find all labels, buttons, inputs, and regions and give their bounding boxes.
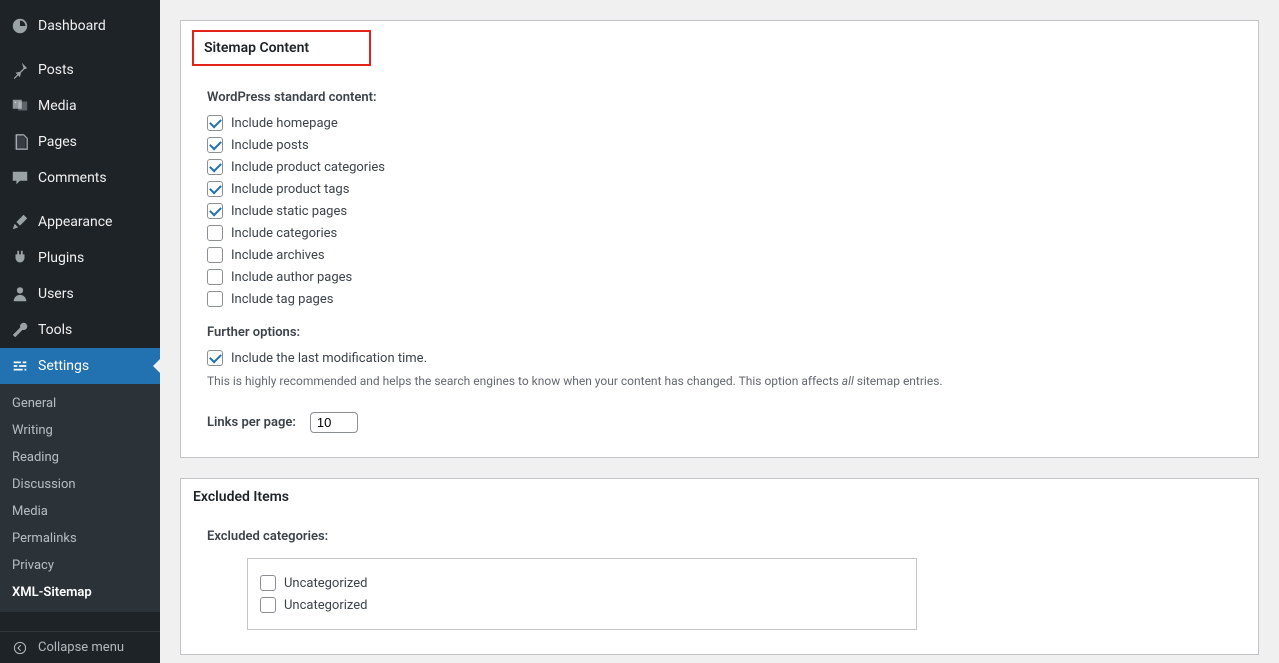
content-area: Sitemap Content WordPress standard conte…	[160, 0, 1279, 663]
option-include-homepage[interactable]: Include homepage	[207, 115, 1232, 131]
submenu-item-xml-sitemap[interactable]: XML-Sitemap	[0, 579, 160, 606]
option-label: Include static pages	[231, 204, 347, 219]
option-include-categories[interactable]: Include categories	[207, 225, 1232, 241]
sidebar-item-pages[interactable]: Pages	[0, 124, 160, 160]
checkbox-include-tag-pages[interactable]	[207, 291, 223, 307]
sliders-icon	[10, 356, 30, 376]
links-per-page-label: Links per page:	[207, 415, 296, 430]
sidebar-item-users[interactable]: Users	[0, 276, 160, 312]
checkbox-include-static-pages[interactable]	[207, 203, 223, 219]
option-label: Include posts	[231, 138, 309, 153]
last-modification-help: This is highly recommended and helps the…	[207, 372, 1232, 390]
checkbox-include-author-pages[interactable]	[207, 269, 223, 285]
option-label: Include author pages	[231, 270, 352, 285]
option-include-product-tags[interactable]: Include product tags	[207, 181, 1232, 197]
checkbox-include-posts[interactable]	[207, 137, 223, 153]
checkbox-include-homepage[interactable]	[207, 115, 223, 131]
excluded-categories-heading: Excluded categories:	[207, 529, 1232, 544]
user-icon	[10, 284, 30, 304]
sidebar-item-label: Plugins	[38, 250, 84, 266]
help-text-pre: This is highly recommended and helps the…	[207, 374, 842, 388]
panel-header: Sitemap Content	[181, 21, 1258, 76]
pages-icon	[10, 132, 30, 152]
submenu-item-writing[interactable]: Writing	[0, 417, 160, 444]
submenu-item-privacy[interactable]: Privacy	[0, 552, 160, 579]
excluded-items-panel: Excluded Items Excluded categories: Unca…	[180, 478, 1259, 655]
collapse-icon	[10, 641, 30, 655]
excluded-category-label: Uncategorized	[284, 598, 367, 613]
further-options-heading: Further options:	[207, 325, 1232, 340]
option-label: Include product tags	[231, 182, 349, 197]
sidebar-item-tools[interactable]: Tools	[0, 312, 160, 348]
collapse-label: Collapse menu	[38, 640, 124, 655]
sidebar-item-label: Media	[38, 98, 77, 114]
sidebar-item-settings[interactable]: Settings	[0, 348, 160, 384]
dashboard-icon	[10, 16, 30, 36]
sidebar-item-appearance[interactable]: Appearance	[0, 204, 160, 240]
sidebar-item-label: Dashboard	[38, 18, 106, 34]
sidebar-item-label: Settings	[38, 358, 89, 374]
links-per-page-input[interactable]	[310, 412, 358, 433]
submenu-item-discussion[interactable]: Discussion	[0, 471, 160, 498]
sidebar-item-label: Posts	[38, 62, 74, 78]
option-label: Include homepage	[231, 116, 338, 131]
sidebar-item-dashboard[interactable]: Dashboard	[0, 8, 160, 44]
checkbox-excluded-uncategorized-2[interactable]	[260, 597, 276, 613]
sidebar-item-label: Comments	[38, 170, 107, 186]
wrench-icon	[10, 320, 30, 340]
media-icon	[10, 96, 30, 116]
excluded-category-item[interactable]: Uncategorized	[260, 575, 904, 591]
standard-content-heading: WordPress standard content:	[207, 90, 1232, 105]
submenu-item-media[interactable]: Media	[0, 498, 160, 525]
option-last-modification[interactable]: Include the last modification time.	[207, 350, 1232, 366]
option-include-author-pages[interactable]: Include author pages	[207, 269, 1232, 285]
option-include-static-pages[interactable]: Include static pages	[207, 203, 1232, 219]
excluded-category-item[interactable]: Uncategorized	[260, 597, 904, 613]
sidebar-item-label: Appearance	[38, 214, 112, 230]
checkbox-include-product-tags[interactable]	[207, 181, 223, 197]
links-per-page-row: Links per page:	[207, 412, 1232, 433]
panel-title: Sitemap Content	[204, 40, 309, 56]
option-include-product-categories[interactable]: Include product categories	[207, 159, 1232, 175]
excluded-categories-list: Uncategorized Uncategorized	[247, 558, 917, 630]
option-label: Include categories	[231, 226, 337, 241]
collapse-menu-button[interactable]: Collapse menu	[0, 631, 160, 663]
option-label: Include product categories	[231, 160, 385, 175]
sidebar-item-label: Tools	[38, 322, 72, 338]
checkbox-include-categories[interactable]	[207, 225, 223, 241]
sidebar-item-posts[interactable]: Posts	[0, 52, 160, 88]
sidebar-item-media[interactable]: Media	[0, 88, 160, 124]
excluded-category-label: Uncategorized	[284, 576, 367, 591]
sidebar-item-plugins[interactable]: Plugins	[0, 240, 160, 276]
panel-title-highlight: Sitemap Content	[192, 30, 371, 66]
checkbox-excluded-uncategorized-1[interactable]	[260, 575, 276, 591]
help-text-post: sitemap entries.	[854, 374, 943, 388]
plug-icon	[10, 248, 30, 268]
admin-sidebar: Dashboard Posts Media Pages Comments App…	[0, 0, 160, 663]
sidebar-item-label: Pages	[38, 134, 77, 150]
submenu-item-general[interactable]: General	[0, 390, 160, 417]
checkbox-include-product-categories[interactable]	[207, 159, 223, 175]
panel-title: Excluded Items	[181, 479, 1258, 515]
option-include-posts[interactable]: Include posts	[207, 137, 1232, 153]
help-text-em: all	[842, 374, 854, 388]
option-include-archives[interactable]: Include archives	[207, 247, 1232, 263]
checkbox-include-archives[interactable]	[207, 247, 223, 263]
settings-submenu: General Writing Reading Discussion Media…	[0, 384, 160, 612]
comment-icon	[10, 168, 30, 188]
option-label: Include archives	[231, 248, 325, 263]
sidebar-item-comments[interactable]: Comments	[0, 160, 160, 196]
option-label: Include tag pages	[231, 292, 333, 307]
option-include-tag-pages[interactable]: Include tag pages	[207, 291, 1232, 307]
brush-icon	[10, 212, 30, 232]
sitemap-content-panel: Sitemap Content WordPress standard conte…	[180, 20, 1259, 458]
checkbox-last-modification[interactable]	[207, 350, 223, 366]
sidebar-item-label: Users	[38, 286, 74, 302]
submenu-item-reading[interactable]: Reading	[0, 444, 160, 471]
submenu-item-permalinks[interactable]: Permalinks	[0, 525, 160, 552]
pin-icon	[10, 60, 30, 80]
option-label: Include the last modification time.	[231, 351, 427, 366]
